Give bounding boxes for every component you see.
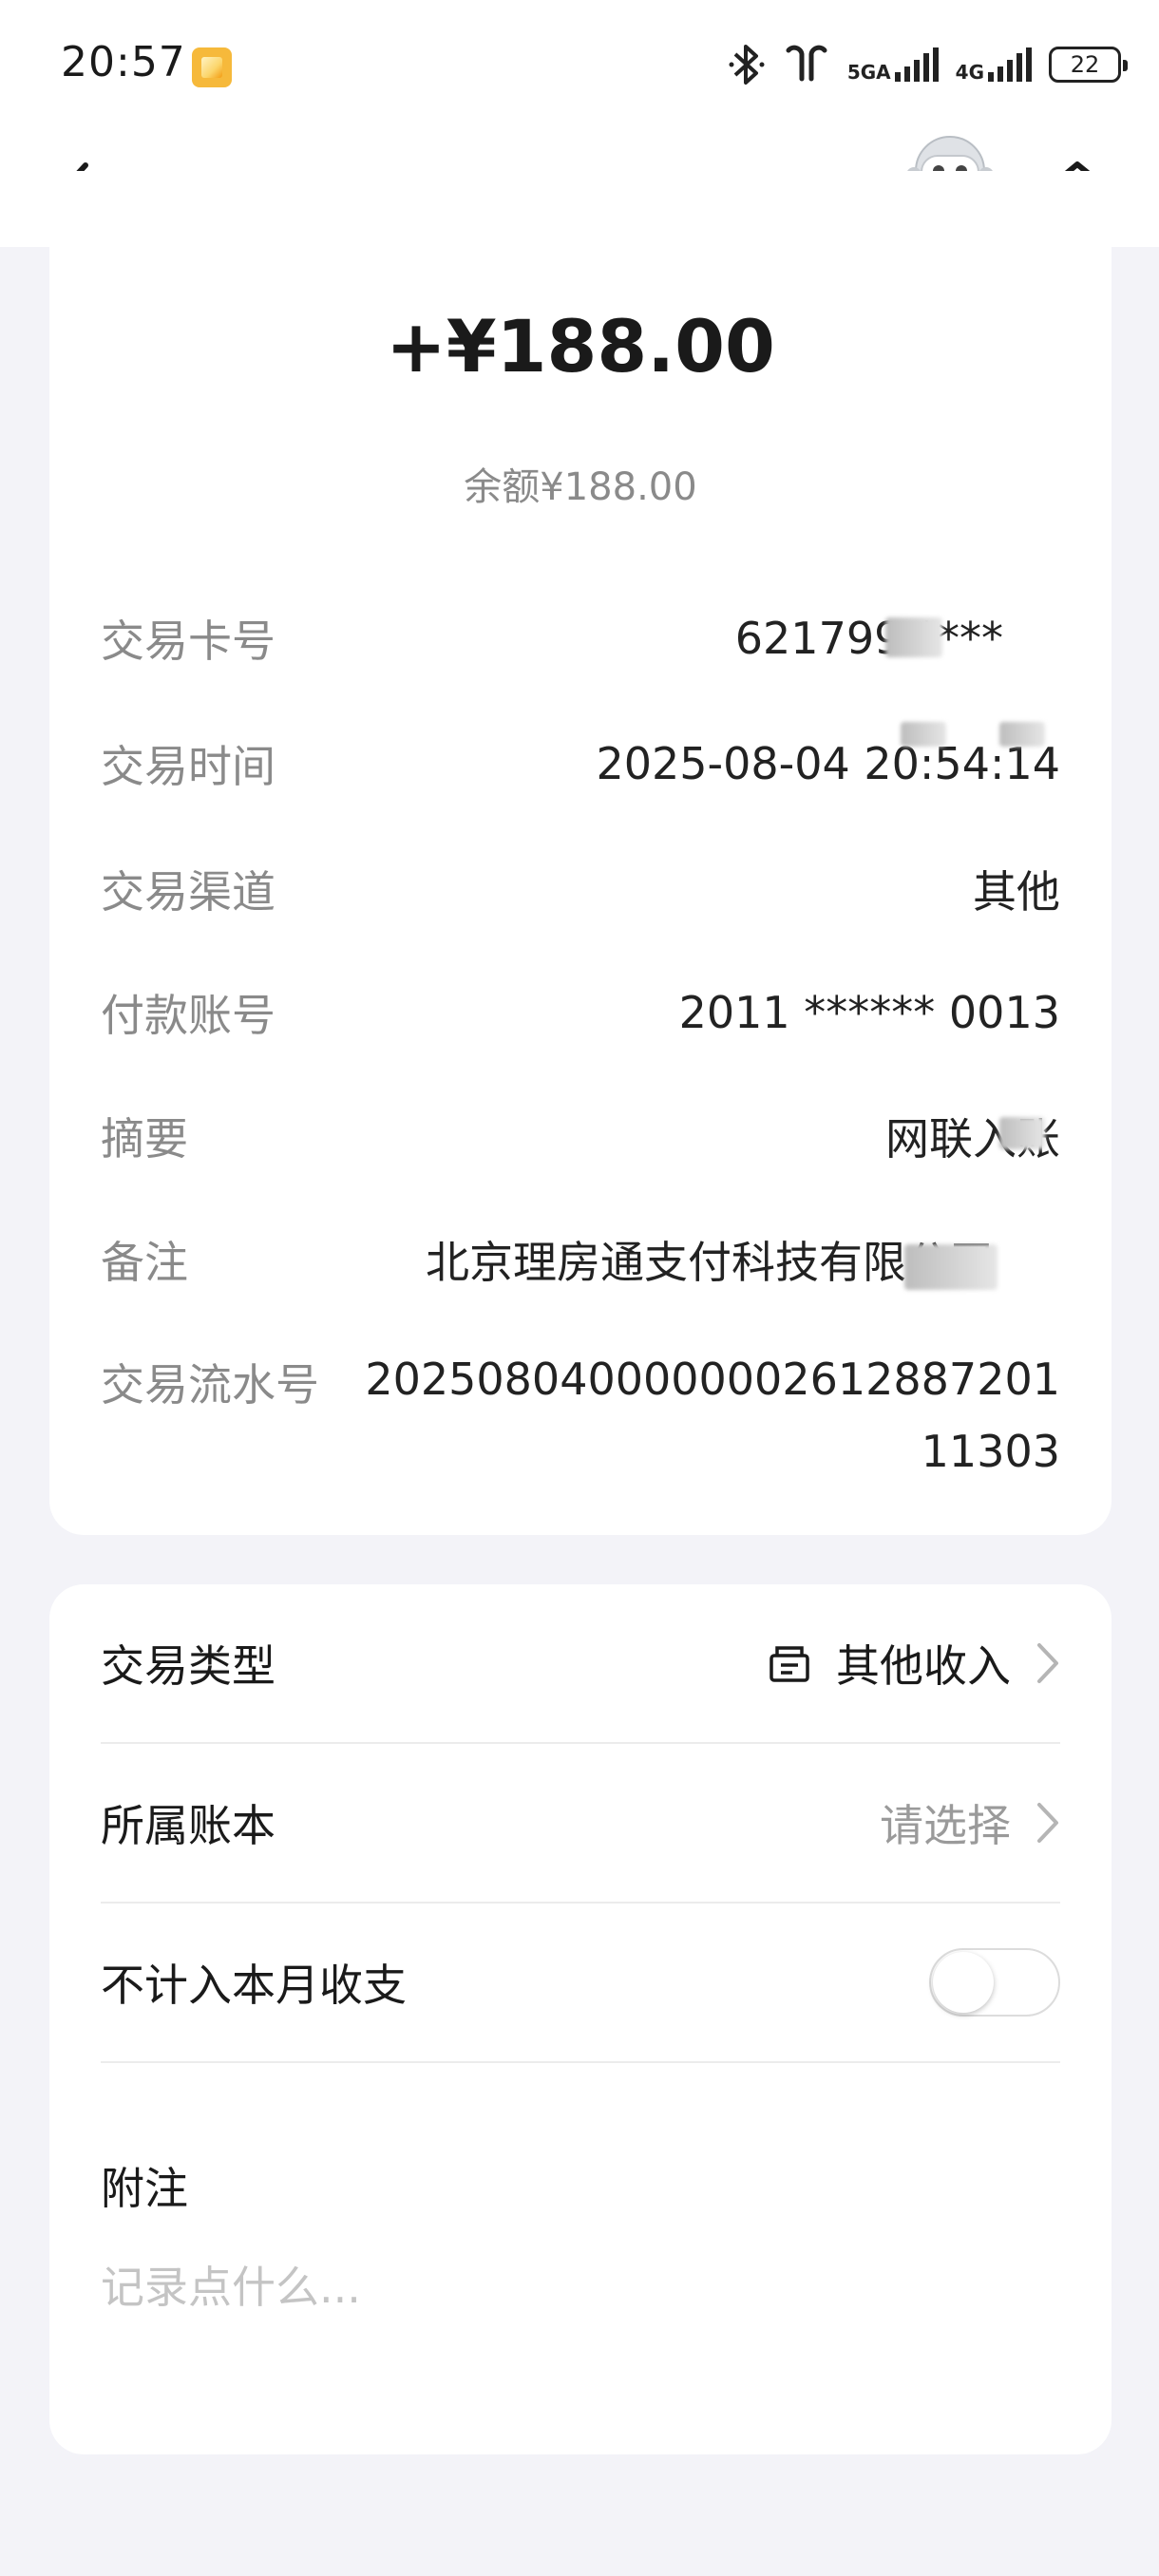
- chevron-right-icon: [1037, 1643, 1058, 1683]
- transaction-type-row[interactable]: 交易类型 其他收入: [101, 1584, 1060, 1744]
- bluetooth-icon: [728, 43, 766, 86]
- balance-text: 余额¥188.00: [464, 465, 697, 509]
- network-label-1: 5GA: [846, 61, 891, 84]
- setting-value-text: 请选择: [880, 1800, 1011, 1851]
- status-time: 20:57: [61, 38, 186, 86]
- category-icon: [770, 1646, 809, 1682]
- transaction-detail-card: +¥188.00 余额¥188.00 交易卡号 621799 **** 交易时间…: [49, 171, 1112, 1535]
- exclude-monthly-row: 不计入本月收支: [101, 1904, 1060, 2063]
- chevron-right-icon: [1037, 1803, 1058, 1843]
- exclude-monthly-toggle[interactable]: [929, 1948, 1060, 2017]
- earbuds-icon: [783, 45, 830, 85]
- detail-value: 2025-08-04 20:54:14: [596, 738, 1060, 789]
- network-label-2: 4G: [955, 61, 984, 84]
- status-icons: 5GA 4G 22: [728, 42, 1128, 87]
- notification-app-icon: [192, 47, 232, 87]
- redaction-blur: [999, 1117, 1045, 1149]
- redaction-blur: [904, 1244, 998, 1290]
- detail-label: 交易渠道: [101, 866, 276, 918]
- setting-value-text: 其他收入: [836, 1640, 1011, 1692]
- signal-5ga-icon: 5GA: [847, 47, 939, 82]
- battery-icon: 22: [1049, 47, 1128, 83]
- note-input[interactable]: [101, 2249, 1051, 2325]
- status-bar: 20:57 5GA 4G 22: [0, 0, 1159, 133]
- detail-label: 交易流水号: [101, 1359, 319, 1411]
- redaction-blur: [901, 722, 946, 747]
- detail-row-summary: 摘要 网联入账: [101, 1108, 1060, 1165]
- transaction-amount: +¥188.00: [386, 304, 775, 388]
- detail-label: 备注: [101, 1237, 188, 1288]
- detail-value: 2011 ****** 0013: [678, 987, 1060, 1038]
- detail-row-payer-account: 付款账号 2011 ****** 0013: [101, 984, 1060, 1041]
- detail-value[interactable]: 621799 ****: [735, 613, 1003, 664]
- detail-label: 付款账号: [101, 990, 276, 1041]
- transaction-type-value: 其他收入: [768, 1632, 1060, 1695]
- signal-4g-icon: 4G: [956, 47, 1032, 82]
- transaction-settings-card: 交易类型 其他收入 所属账本 请选择 不计入本月收支 附注: [49, 1584, 1112, 2454]
- setting-label: 交易类型: [101, 1640, 276, 1692]
- detail-label: 摘要: [101, 1113, 188, 1165]
- redaction-blur: [999, 722, 1045, 747]
- toggle-knob: [933, 1952, 994, 2013]
- detail-row-channel: 交易渠道 其他: [101, 861, 1060, 918]
- account-book-row[interactable]: 所属账本 请选择: [101, 1744, 1060, 1904]
- detail-label: 交易卡号: [101, 616, 276, 667]
- setting-label: 所属账本: [101, 1800, 276, 1851]
- detail-value: 其他: [973, 866, 1060, 918]
- detail-value[interactable]: 2025080400000002612887201 11303: [338, 1343, 1060, 1487]
- redaction-blur: [885, 617, 942, 657]
- note-label: 附注: [101, 2163, 188, 2214]
- detail-label: 交易时间: [101, 741, 276, 792]
- setting-label: 不计入本月收支: [101, 1960, 407, 2011]
- account-book-value: 请选择: [880, 1791, 1060, 1854]
- detail-row-serial-number: 交易流水号 2025080400000002612887201 11303: [101, 1351, 1060, 1477]
- battery-level: 22: [1070, 51, 1100, 78]
